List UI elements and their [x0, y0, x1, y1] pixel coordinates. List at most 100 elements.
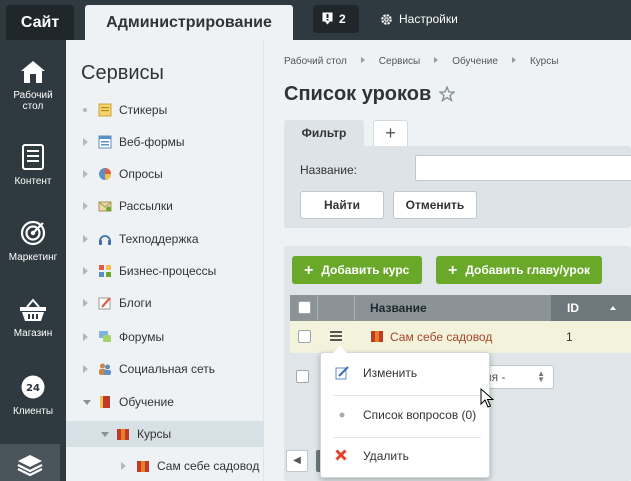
- find-button[interactable]: Найти: [300, 191, 384, 219]
- services-item-mailings[interactable]: Рассылки: [66, 193, 264, 219]
- menu-item-marketing[interactable]: Маркетинг: [0, 220, 66, 263]
- menu-item-label: Изменить: [363, 366, 418, 380]
- menu-label: Маркетинг: [8, 252, 58, 263]
- menu-divider: [333, 437, 481, 438]
- services-item-label: Блоги: [119, 296, 152, 310]
- expand-arrow-icon[interactable]: [83, 235, 88, 243]
- collapse-arrow-icon[interactable]: [101, 432, 109, 437]
- notifications-button[interactable]: 2: [313, 5, 359, 33]
- services-item-label: Рассылки: [119, 199, 173, 213]
- services-item-label: Обучение: [119, 395, 174, 409]
- services-item-course-gardener[interactable]: Сам себе садовод: [66, 453, 264, 479]
- select-all-checkbox[interactable]: [298, 301, 311, 314]
- collapse-arrow-icon[interactable]: [83, 400, 91, 405]
- menu-item-clients[interactable]: 24 Клиенты: [0, 374, 66, 417]
- settings-link[interactable]: Настройки: [380, 10, 458, 28]
- notification-icon: [322, 12, 333, 25]
- layers-icon: [17, 455, 43, 476]
- add-filter-tab-button[interactable]: +: [373, 120, 408, 146]
- menu-item-questions-list[interactable]: Список вопросов (0): [321, 400, 491, 430]
- tab-administration[interactable]: Администрирование: [85, 5, 293, 40]
- row-checkbox[interactable]: [298, 330, 311, 343]
- services-item-label: Сам себе садовод: [157, 459, 260, 473]
- row-menu-icon[interactable]: [330, 331, 342, 341]
- headset-icon: [99, 235, 111, 245]
- services-item-label: Бизнес-процессы: [119, 264, 217, 278]
- expand-arrow-icon[interactable]: [83, 333, 88, 341]
- menu-label: Магазин: [13, 328, 53, 339]
- basket-icon: [20, 298, 46, 321]
- envelope-icon: [98, 201, 112, 212]
- services-item-stickers[interactable]: Стикеры: [66, 97, 264, 123]
- favorite-star-icon[interactable]: [439, 86, 455, 102]
- clients-24-icon: 24: [21, 375, 45, 399]
- course-icon: [371, 331, 383, 342]
- menu-item-shop[interactable]: Магазин: [0, 298, 66, 339]
- menu-label: Клиенты: [12, 406, 54, 417]
- expand-arrow-icon[interactable]: [83, 267, 88, 275]
- menu-label: Рабочий стол: [13, 90, 53, 112]
- breadcrumb: Рабочий стол Сервисы Обучение Курсы: [284, 56, 572, 67]
- expand-arrow-icon[interactable]: [83, 299, 88, 307]
- breadcrumb-separator-icon: [360, 57, 365, 63]
- expand-arrow-icon[interactable]: [83, 365, 88, 373]
- services-item-polls[interactable]: Опросы: [66, 161, 264, 187]
- column-header-name[interactable]: Название: [370, 295, 427, 321]
- expand-arrow-icon[interactable]: [83, 170, 88, 178]
- row-id: 1: [566, 330, 573, 344]
- actions-checkbox[interactable]: [296, 370, 309, 383]
- business-process-icon: [99, 265, 111, 277]
- menu-item-desktop[interactable]: Рабочий стол: [0, 60, 66, 112]
- breadcrumb-item[interactable]: Рабочий стол: [284, 56, 347, 67]
- expand-arrow-icon[interactable]: [83, 138, 88, 146]
- menu-item-content[interactable]: Контент: [0, 144, 66, 187]
- tab-site[interactable]: Сайт: [6, 5, 74, 40]
- add-course-label: Добавить курс: [321, 263, 410, 277]
- services-item-label: Стикеры: [119, 103, 168, 117]
- menu-item-label: Удалить: [363, 449, 409, 463]
- services-item-learning[interactable]: Обучение: [66, 389, 264, 415]
- filter-name-input[interactable]: [415, 155, 631, 181]
- services-item-label: Техподдержка: [119, 232, 199, 246]
- web-form-icon: [98, 135, 112, 149]
- expand-arrow-icon[interactable]: [83, 202, 88, 210]
- services-item-business-processes[interactable]: Бизнес-процессы: [66, 258, 264, 284]
- social-network-icon: [99, 363, 111, 375]
- delete-icon: [335, 449, 347, 461]
- pager-prev-button[interactable]: ◀: [286, 450, 308, 472]
- plus-icon: +: [304, 262, 314, 279]
- blog-icon: [98, 297, 111, 310]
- row-name-link[interactable]: Сам себе садовод: [390, 321, 492, 353]
- menu-divider: [333, 395, 481, 396]
- services-item-courses[interactable]: Курсы: [66, 421, 264, 447]
- services-item-web-forms[interactable]: Веб-формы: [66, 129, 264, 155]
- breadcrumb-separator-icon: [511, 57, 516, 63]
- settings-label: Настройки: [399, 12, 458, 26]
- menu-item-delete[interactable]: Удалить: [321, 441, 491, 471]
- menu-label: Контент: [14, 176, 52, 187]
- breadcrumb-item[interactable]: Обучение: [452, 56, 498, 67]
- sticker-icon: [98, 103, 112, 117]
- breadcrumb-item[interactable]: Курсы: [530, 56, 558, 67]
- cancel-button[interactable]: Отменить: [393, 191, 477, 219]
- breadcrumb-item[interactable]: Сервисы: [379, 56, 420, 67]
- services-item-label: Опросы: [119, 167, 163, 181]
- services-item-forums[interactable]: Форумы: [66, 324, 264, 350]
- books-icon: [117, 429, 129, 440]
- menu-item-edit[interactable]: Изменить: [321, 358, 491, 388]
- services-item-blogs[interactable]: Блоги: [66, 290, 264, 316]
- pie-chart-icon: [99, 168, 111, 180]
- filter-tab[interactable]: Фильтр: [284, 120, 364, 146]
- top-bar: Сайт Администрирование 2 Настройки: [0, 0, 631, 40]
- add-course-button[interactable]: + Добавить курс: [292, 256, 422, 284]
- column-header-id[interactable]: ID: [551, 295, 631, 321]
- expand-arrow-icon[interactable]: [121, 462, 126, 470]
- forum-icon: [99, 331, 111, 342]
- course-icon: [137, 461, 149, 472]
- services-item-support[interactable]: Техподдержка: [66, 226, 264, 252]
- breadcrumb-separator-icon: [434, 57, 439, 63]
- menu-item-services[interactable]: [0, 444, 60, 481]
- header-actions-cell: [319, 295, 355, 321]
- add-chapter-lesson-button[interactable]: + Добавить главу/урок: [436, 256, 602, 284]
- services-item-social-network[interactable]: Социальная сеть: [66, 356, 264, 382]
